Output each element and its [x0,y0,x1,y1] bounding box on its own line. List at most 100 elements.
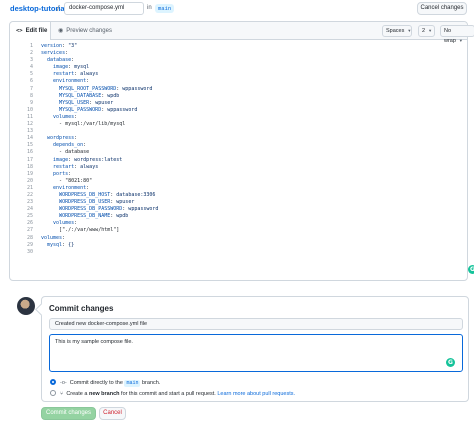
yaml-key: volumes [41,113,75,120]
code-line[interactable]: 22 WORDPRESS_DB_HOST: database:3306 [10,192,467,199]
code-line[interactable]: 11 volumes: [10,114,467,121]
cancel-changes-button[interactable]: Cancel changes [417,2,467,15]
branch-badge: main [124,380,141,387]
wrap-mode-select[interactable]: No wrap ▼ [440,25,474,44]
learn-more-link[interactable]: Learn more about pull requests. [217,391,295,397]
line-number: 2 [29,50,33,57]
line-number: 8 [29,92,33,99]
commit-description-input[interactable]: This is my sample compose file. [49,334,463,372]
code-line[interactable]: 27 ["./:/var/www/html"] [10,227,467,234]
grammarly-icon[interactable]: G [468,265,474,274]
line-text: wordpress: [41,135,77,142]
yaml-value: ["./:/var/www/html"] [41,227,120,234]
yaml-colon: : [71,57,75,64]
line-text: WORDPRESS_DB_HOST: database:3306 [41,192,155,199]
code-line[interactable]: 6 environment: [10,78,467,85]
line-number: 24 [26,206,33,213]
indent-size-value: 2 [422,28,426,34]
tab-edit-label: Edit file [25,28,48,34]
line-text: - mysql:/var/lib/mysql [41,121,125,128]
code-line[interactable]: 13 [10,128,467,135]
code-line[interactable]: 19 ports: [10,171,467,178]
code-line[interactable]: 14 wordpress: [10,135,467,142]
code-line[interactable]: 9 MYSQL_USER: wpuser [10,100,467,107]
yaml-colon: : [74,113,78,120]
yaml-key: depends_on [41,142,84,149]
line-number: 6 [29,78,33,85]
tab-preview-label: Preview changes [66,28,112,34]
tab-preview-changes[interactable]: ◉ Preview changes [58,22,112,40]
code-line[interactable]: 12 - mysql:/var/lib/mysql [10,121,467,128]
code-line[interactable]: 7 MYSQL_ROOT_PASSWORD: wppassword [10,86,467,93]
yaml-value: wpdb [104,92,120,99]
yaml-value: mysql [71,64,90,71]
line-number: 11 [26,113,33,120]
line-number: 4 [29,64,33,71]
yaml-value: - mysql:/var/lib/mysql [41,121,126,128]
yaml-value: wpdb [113,213,129,220]
in-label: in [147,5,152,11]
line-number: 17 [26,156,33,163]
code-line[interactable]: 3 database: [10,57,467,64]
commit-changes-button[interactable]: Commit changes [41,407,96,420]
tab-edit-file[interactable]: <> Edit file [10,22,51,40]
line-text: ["./:/var/www/html"] [41,227,119,234]
line-number: 7 [29,85,33,92]
yaml-value: "3" [65,43,78,49]
commit-description-text: This is my sample compose file. [55,339,133,345]
yaml-key: WORDPRESS_DB_NAME [41,213,111,220]
file-editor: <> Edit file ◉ Preview changes Spaces ▼ 2 ▼ … [9,21,474,281]
code-area[interactable]: 1 version: "3" 2 services: 3 database: 4 imag… [10,43,467,256]
line-number: 29 [26,241,33,248]
line-number: 9 [29,99,33,106]
code-line[interactable]: 15 depends_on: [10,142,467,149]
editor-toolbar: <> Edit file ◉ Preview changes Spaces ▼ 2 ▼ … [10,22,474,44]
line-text: image: mysql [41,64,89,71]
code-line[interactable]: 28 volumes: [10,235,467,242]
commit-direct-option[interactable]: -o- Commit directly to the main branch. [50,378,161,388]
line-number: 28 [26,234,33,241]
line-text: restart: always [41,164,98,171]
cancel-button[interactable]: Cancel [99,407,126,420]
filename-input[interactable]: docker-compose.yml [64,2,144,15]
code-line[interactable]: 17 image: wordpress:latest [10,157,467,164]
commit-new-branch-option[interactable]: ⑂ Create a new branch for this commit and… [50,389,295,399]
yaml-value: - "8021:80" [41,177,93,184]
yaml-colon: : [65,50,69,57]
indent-size-select[interactable]: 2 ▼ [418,25,435,37]
option-direct-suffix: branch. [142,380,161,386]
code-line[interactable]: 25 WORDPRESS_DB_NAME: wpdb [10,213,467,220]
code-line[interactable]: 10 MYSQL_PASSWORD: wppassword [10,107,467,114]
code-line[interactable]: 4 image: mysql [10,64,467,71]
yaml-key: restart [41,71,75,78]
code-line[interactable]: 20 - "8021:80" [10,178,467,185]
line-text: services: [41,50,68,57]
yaml-colon: : [86,78,90,85]
line-text: restart: always [41,71,98,78]
radio-unselected-icon[interactable] [50,389,56,396]
option-new-prefix: Create a [66,391,88,397]
code-line[interactable]: 16 - database [10,149,467,156]
code-line[interactable]: 26 volumes: [10,220,467,227]
code-line[interactable]: 21 environment: [10,185,467,192]
radio-selected-icon[interactable] [50,378,56,385]
code-line[interactable]: 18 restart: always [10,164,467,171]
commit-summary-input[interactable]: Created new docker-compose.yml file [49,318,463,330]
line-text: MYSQL_PASSWORD: wppassword [41,107,137,114]
code-line[interactable]: 30 [10,249,467,256]
line-number: 14 [26,135,33,142]
indent-mode-select[interactable]: Spaces ▼ [382,25,412,37]
yaml-key: MYSQL_DATABASE [41,92,102,99]
code-line[interactable]: 23 WORDPRESS_DB_USER: wpuser [10,199,467,206]
code-line[interactable]: 2 services: [10,50,467,57]
option-new-middle: for this commit and start a pull request… [121,391,216,397]
code-line[interactable]: 5 restart: always [10,71,467,78]
yaml-key: image [41,156,69,163]
grammarly-icon[interactable]: G [446,358,455,367]
code-line[interactable]: 8 MYSQL_DATABASE: wpdb [10,93,467,100]
code-line[interactable]: 24 WORDPRESS_DB_PASSWORD: wppassword [10,206,467,213]
yaml-colon: : [68,170,72,177]
code-line[interactable]: 1 version: "3" [10,43,467,50]
code-line[interactable]: 29 mysql: {} [10,242,467,249]
line-number: 20 [26,177,33,184]
